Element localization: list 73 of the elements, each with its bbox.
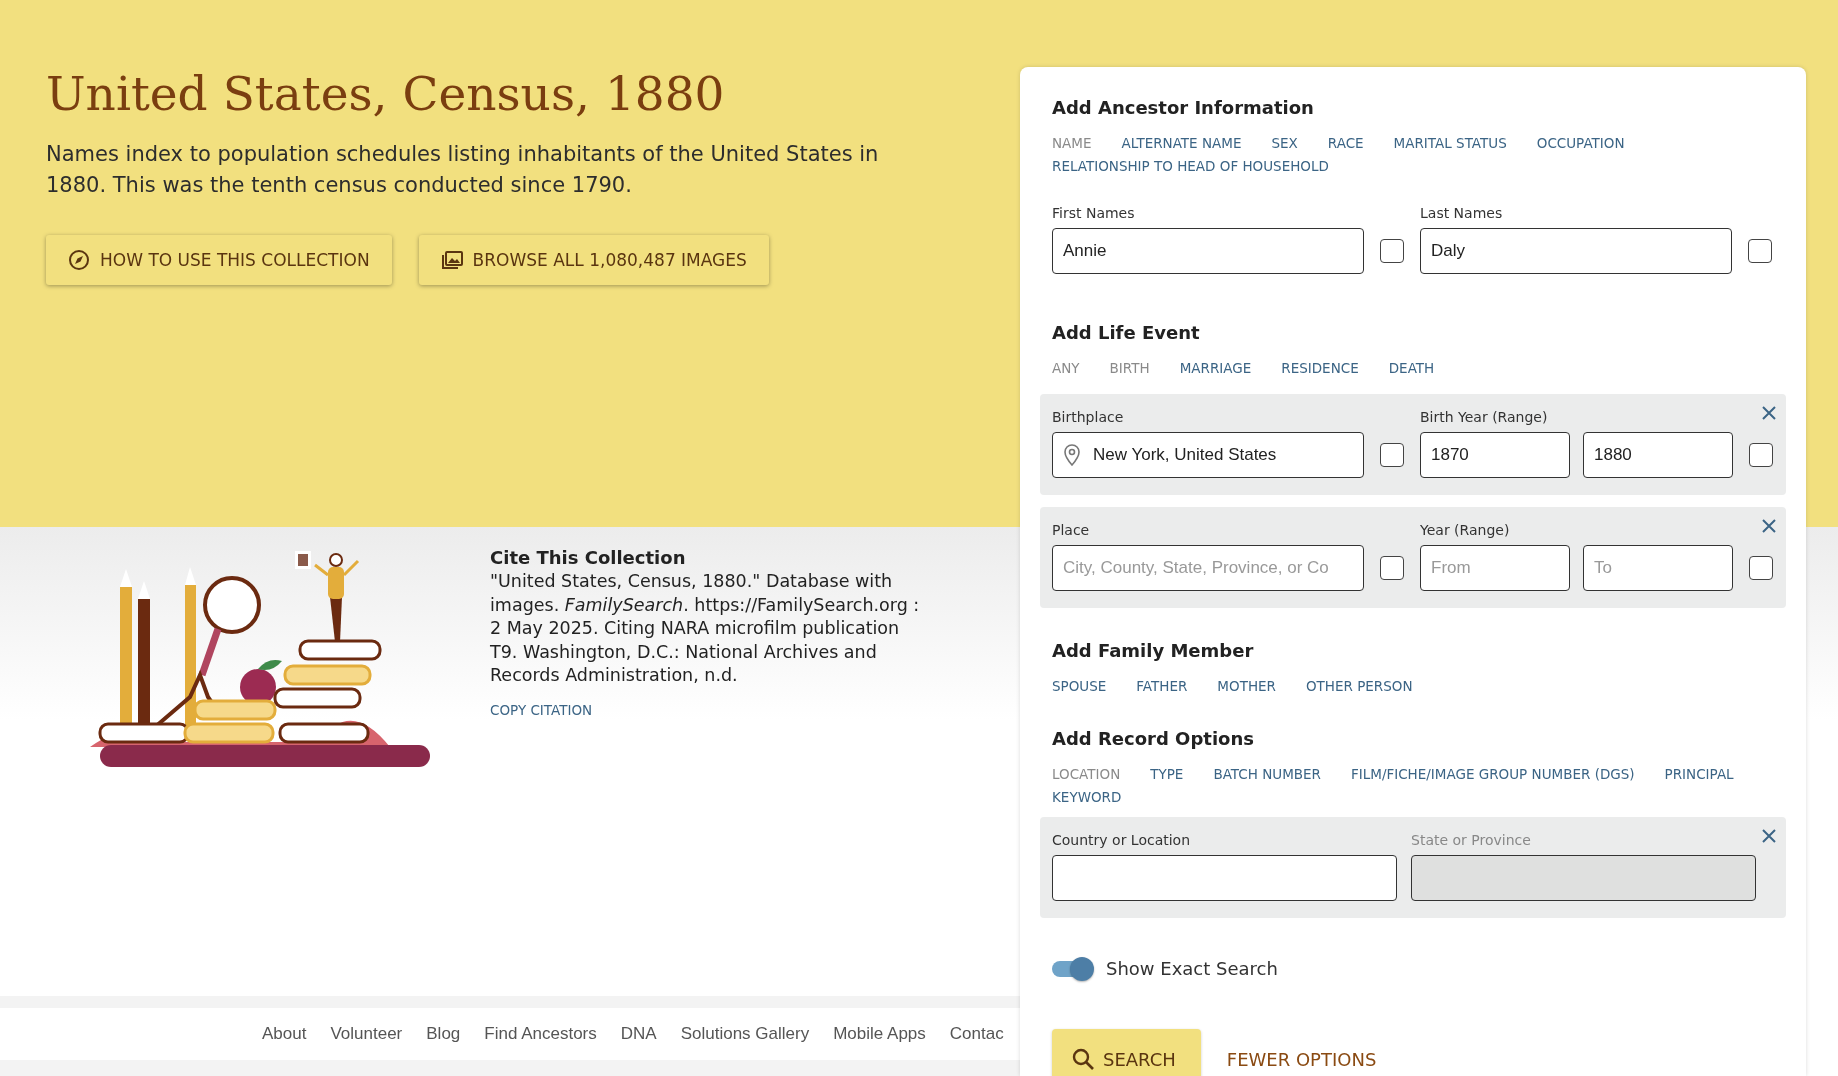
checkbox[interactable]	[1380, 443, 1404, 467]
checkbox[interactable]	[1748, 239, 1772, 263]
fewer-options-button[interactable]: FEWER OPTIONS	[1226, 1048, 1377, 1070]
footer-link[interactable]: About	[262, 1024, 307, 1044]
toggle-label: Show Exact Search	[1106, 958, 1278, 979]
close-button[interactable]	[1760, 517, 1778, 535]
browse-images-button[interactable]: BROWSE ALL 1,080,487 IMAGES	[418, 235, 769, 285]
citation-heading: Cite This Collection	[490, 547, 687, 568]
copy-citation-link[interactable]: COPY CITATION	[490, 701, 593, 718]
citation-text: "United States, Census, 1880." Database with images. FamilySearch. https://FamilySearch.org : 2 May 2025. Citing NARA microfilm publication T9. Washington, D.C.: National Archives and Records Administration, n.d.	[490, 570, 920, 687]
checkbox[interactable]	[1749, 556, 1773, 580]
page-title: United States, Census, 1880	[46, 66, 726, 121]
option-link[interactable]: KEYWORD	[1052, 789, 1122, 805]
option-link[interactable]: ALTERNATE NAME	[1121, 135, 1242, 151]
section-heading: Add Life Event	[1052, 322, 1201, 343]
option-link[interactable]: BATCH NUMBER	[1213, 766, 1321, 782]
year-to-field[interactable]: 1880	[1583, 432, 1733, 478]
close-button[interactable]	[1760, 827, 1778, 845]
checkbox[interactable]	[1749, 443, 1773, 467]
field-label: First Names	[1052, 205, 1136, 221]
field-label: State or Province	[1411, 832, 1532, 848]
option-link[interactable]: MARITAL STATUS	[1393, 135, 1507, 151]
option-link[interactable]: RELATIONSHIP TO HEAD OF HOUSEHOLD	[1052, 158, 1329, 174]
option-link[interactable]: SPOUSE	[1052, 678, 1107, 694]
place-field[interactable]: City, County, State, Province, or Co	[1052, 545, 1364, 591]
footer-link[interactable]: Blog	[426, 1024, 461, 1044]
close-icon	[1762, 519, 1776, 533]
field-label: Place	[1052, 522, 1091, 538]
close-button[interactable]	[1760, 404, 1778, 422]
footer-link[interactable]: Solutions Gallery	[680, 1024, 810, 1044]
year-from-field[interactable]: From	[1420, 545, 1570, 591]
field-label: Last Names	[1420, 205, 1504, 221]
footer-link[interactable]: Volunteer	[330, 1024, 403, 1044]
field-label: Birthplace	[1052, 409, 1125, 425]
footer-link[interactable]: Mobile Apps	[833, 1024, 926, 1044]
checkbox[interactable]	[1380, 239, 1404, 263]
section-heading: Add Ancestor Information	[1052, 97, 1315, 118]
checkbox[interactable]	[1380, 556, 1404, 580]
option-link[interactable]: FATHER	[1136, 678, 1188, 694]
option-link[interactable]: MOTHER	[1217, 678, 1276, 694]
year-from-field[interactable]: 1870	[1420, 432, 1570, 478]
location-field[interactable]	[1052, 855, 1397, 901]
location-pin-icon	[1064, 444, 1080, 466]
search-icon	[1072, 1048, 1094, 1070]
option-link[interactable]: RESIDENCE	[1281, 360, 1359, 376]
images-icon	[440, 250, 463, 270]
name-field[interactable]: Annie	[1052, 228, 1364, 274]
name-field[interactable]: Daly	[1420, 228, 1732, 274]
footer-link[interactable]: Contac	[949, 1024, 1004, 1044]
footer-link[interactable]: Find Ancestors	[484, 1024, 597, 1044]
compass-icon	[68, 249, 90, 271]
collection-description: Names index to population schedules listing inhabitants of the United States in 1880. This was the tenth census conducted since 1790.	[46, 141, 880, 199]
option-link[interactable]: OTHER PERSON	[1305, 678, 1413, 694]
section-heading: Add Record Options	[1052, 728, 1255, 749]
option-link[interactable]: FILM/FICHE/IMAGE GROUP NUMBER (DGS)	[1351, 766, 1635, 782]
year-to-field[interactable]: To	[1583, 545, 1733, 591]
place-field[interactable]: New York, United States	[1052, 432, 1364, 478]
option-link[interactable]: MARRIAGE	[1179, 360, 1252, 376]
section-heading: Add Family Member	[1052, 640, 1255, 661]
option-link[interactable]: TYPE	[1150, 766, 1184, 782]
search-button[interactable]: SEARCH	[1052, 1029, 1201, 1076]
option-link[interactable]: RACE	[1327, 135, 1364, 151]
field-label: Country or Location	[1052, 832, 1192, 848]
option-link[interactable]: PRINCIPAL	[1664, 766, 1734, 782]
footer-link[interactable]: DNA	[620, 1024, 657, 1044]
option-link[interactable]: SEX	[1271, 135, 1298, 151]
close-icon	[1762, 406, 1776, 420]
field-label: Year (Range)	[1420, 522, 1511, 538]
how-to-button[interactable]: HOW TO USE THIS COLLECTION	[46, 235, 392, 285]
option-link[interactable]: OCCUPATION	[1536, 135, 1625, 151]
field-label: Birth Year (Range)	[1420, 409, 1549, 425]
close-icon	[1762, 829, 1776, 843]
option-link[interactable]: DEATH	[1388, 360, 1435, 376]
